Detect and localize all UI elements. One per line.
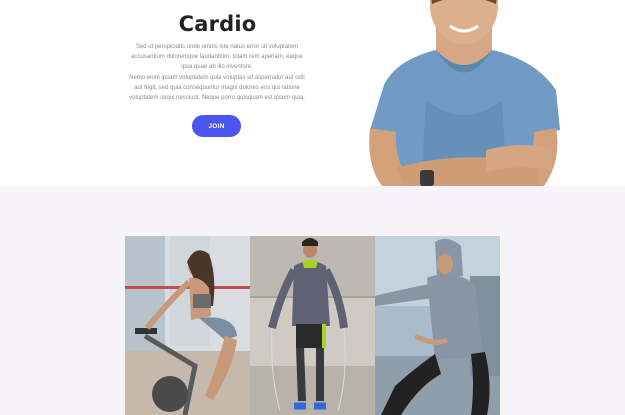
gallery-photo-2 [250,236,375,415]
intro-paragraph: Sed ut perspiciatis unde omnis iste natu… [131,44,303,70]
hero-section: Cardio Sed ut perspiciatis unde omnis is… [0,0,625,186]
body-paragraph: Nemo enim ipsam voluptatem quia voluptas… [129,75,305,101]
man-in-blue-tshirt-photo [369,0,560,186]
man-hoodie-stretching-photo [375,236,500,415]
gallery-photo-1 [125,236,250,415]
man-jump-rope-photo [250,236,375,415]
gallery-photo-3 [375,236,500,415]
join-button[interactable]: JOIN [192,115,241,137]
woman-spin-bike-photo [125,236,250,415]
photo-gallery [125,236,500,415]
page-title: Cardio [178,12,257,36]
hero-image [366,0,562,186]
